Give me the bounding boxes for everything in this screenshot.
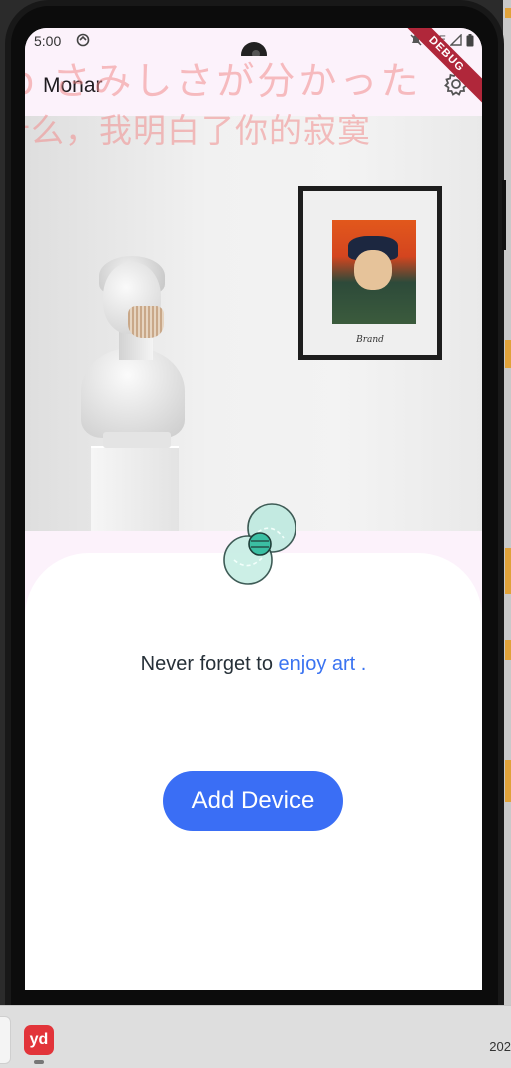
bust-sculpture: [81, 348, 185, 438]
screen-bottom-bezel: [25, 990, 482, 1005]
portrait-painting: [332, 220, 416, 324]
app-logo-icon: [223, 503, 296, 585]
active-indicator: [34, 1060, 44, 1064]
picture-frame: Brand: [298, 186, 442, 360]
battery-icon: [466, 33, 474, 46]
painting-signature: Brand: [356, 335, 384, 345]
pedestal: [91, 446, 179, 531]
desktop-edge: [503, 0, 511, 1005]
tagline-accent: enjoy art .: [278, 653, 367, 675]
app-bar: Monar: [25, 56, 482, 116]
taskbar: yd 202: [0, 1005, 511, 1068]
taskbar-clock[interactable]: 202: [489, 1039, 511, 1054]
hero-artwork-image: Brand: [25, 116, 482, 531]
app-title: Monar: [43, 74, 103, 97]
tagline: Never forget to enjoy art .: [25, 653, 482, 676]
sync-icon: [76, 33, 90, 47]
phone-screen: 5:00 LTE Monar: [25, 28, 482, 990]
youdao-app-icon[interactable]: yd: [24, 1025, 54, 1055]
taskbar-button[interactable]: [0, 1016, 11, 1064]
signal-icon: [450, 34, 462, 46]
add-device-button[interactable]: Add Device: [163, 771, 343, 831]
tagline-text: Never forget to: [140, 653, 279, 675]
status-time: 5:00: [34, 33, 62, 49]
